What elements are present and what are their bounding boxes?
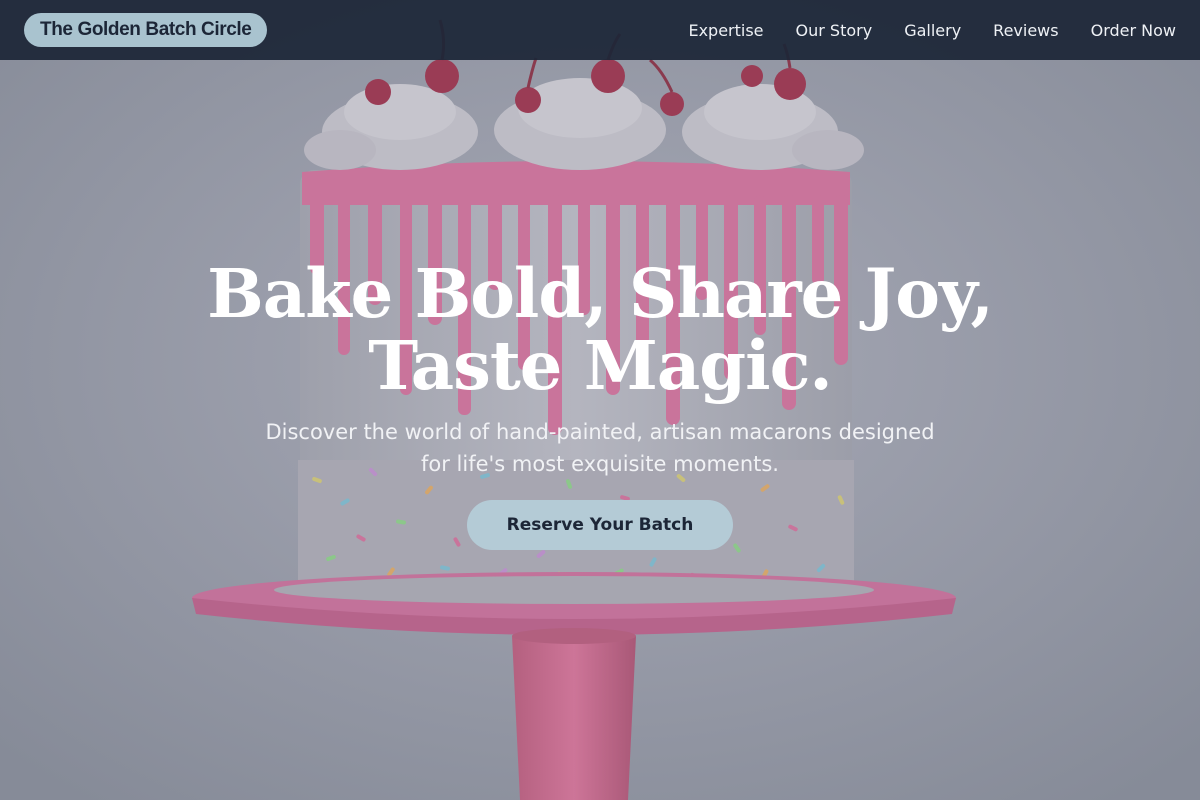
hero-headline: Bake Bold, Share Joy, Taste Magic. <box>150 258 1050 402</box>
nav-link-gallery[interactable]: Gallery <box>904 21 961 40</box>
nav-link-expertise[interactable]: Expertise <box>688 21 763 40</box>
hero-subtitle: Discover the world of hand-painted, arti… <box>265 420 935 476</box>
hero-section: Bake Bold, Share Joy, Taste Magic. Disco… <box>0 258 1200 550</box>
nav-links: Expertise Our Story Gallery Reviews Orde… <box>688 21 1176 40</box>
nav-link-reviews[interactable]: Reviews <box>993 21 1058 40</box>
hero-headline-line-1: Bake Bold, Share Joy, <box>207 254 994 333</box>
landing-page: The Golden Batch Circle Expertise Our St… <box>0 0 1200 800</box>
nav-link-our-story[interactable]: Our Story <box>796 21 873 40</box>
brand-logo[interactable]: The Golden Batch Circle <box>24 13 268 47</box>
top-navbar: The Golden Batch Circle Expertise Our St… <box>0 0 1200 60</box>
reserve-batch-button[interactable]: Reserve Your Batch <box>466 500 734 550</box>
nav-link-order-now[interactable]: Order Now <box>1091 21 1176 40</box>
hero-headline-line-2: Taste Magic. <box>368 326 832 405</box>
